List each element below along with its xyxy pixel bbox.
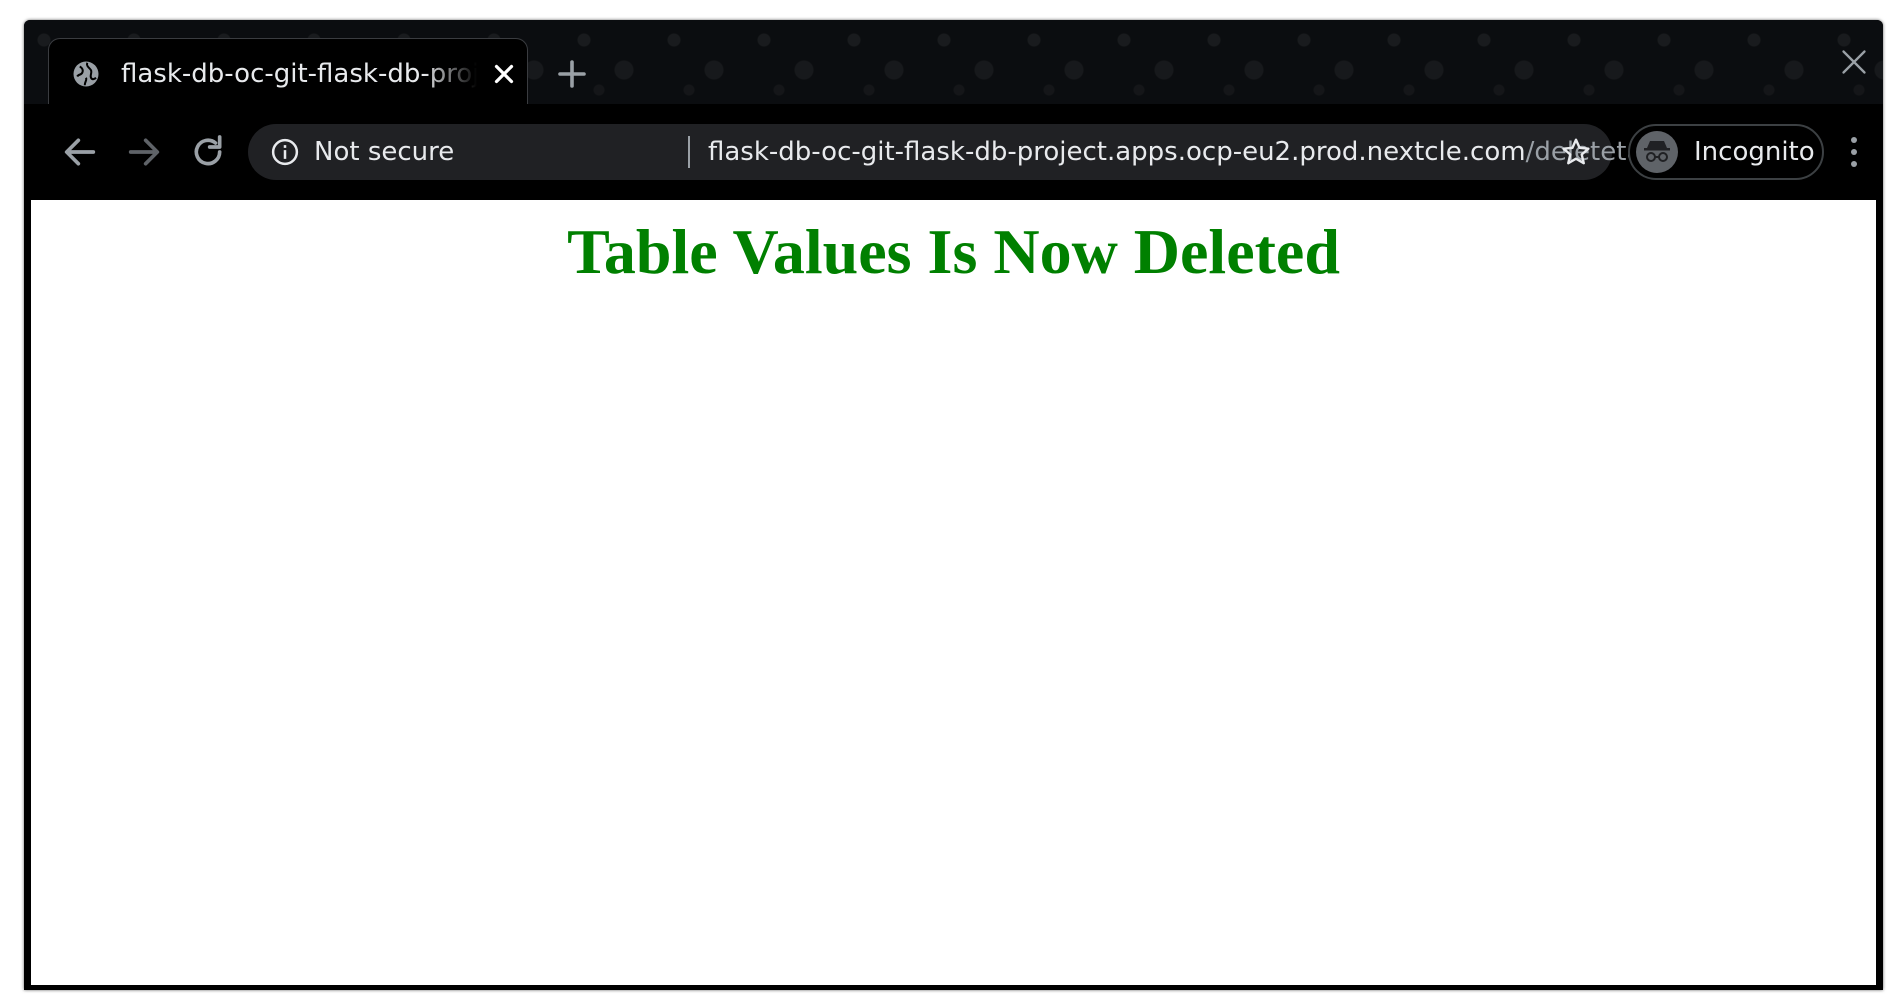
active-tab[interactable]: flask-db-oc-git-flask-db-project.apps.oc… xyxy=(48,38,528,106)
address-bar[interactable]: Not secure flask-db-oc-git-flask-db-proj… xyxy=(248,124,1682,180)
arrow-left-icon[interactable] xyxy=(60,132,100,172)
close-icon[interactable] xyxy=(1840,48,1868,76)
globe-icon xyxy=(73,61,99,87)
browser-window: flask-db-oc-git-flask-db-project.apps.oc… xyxy=(24,20,1883,990)
reload-icon[interactable] xyxy=(188,132,228,172)
browser-toolbar: Not secure flask-db-oc-git-flask-db-proj… xyxy=(24,104,1883,200)
tab-title: flask-db-oc-git-flask-db-project.apps.oc… xyxy=(121,59,477,89)
security-label[interactable]: Not secure xyxy=(314,134,454,170)
incognito-label: Incognito xyxy=(1694,137,1815,167)
page-heading: Table Values Is Now Deleted xyxy=(567,216,1340,287)
star-icon[interactable] xyxy=(1560,136,1592,168)
close-icon[interactable] xyxy=(489,59,519,89)
page-content: Table Values Is Now Deleted xyxy=(31,200,1876,985)
url-host: flask-db-oc-git-flask-db-project.apps.oc… xyxy=(708,137,1526,167)
plus-icon[interactable] xyxy=(554,56,590,92)
kebab-menu-icon[interactable] xyxy=(1842,130,1866,174)
tab-strip: flask-db-oc-git-flask-db-project.apps.oc… xyxy=(24,20,1883,106)
url-text[interactable]: flask-db-oc-git-flask-db-project.apps.oc… xyxy=(708,134,1682,170)
incognito-button[interactable]: Incognito xyxy=(1628,124,1824,180)
info-icon[interactable] xyxy=(270,137,300,167)
incognito-icon xyxy=(1636,131,1678,173)
arrow-right-icon[interactable] xyxy=(124,132,164,172)
divider xyxy=(688,136,690,168)
